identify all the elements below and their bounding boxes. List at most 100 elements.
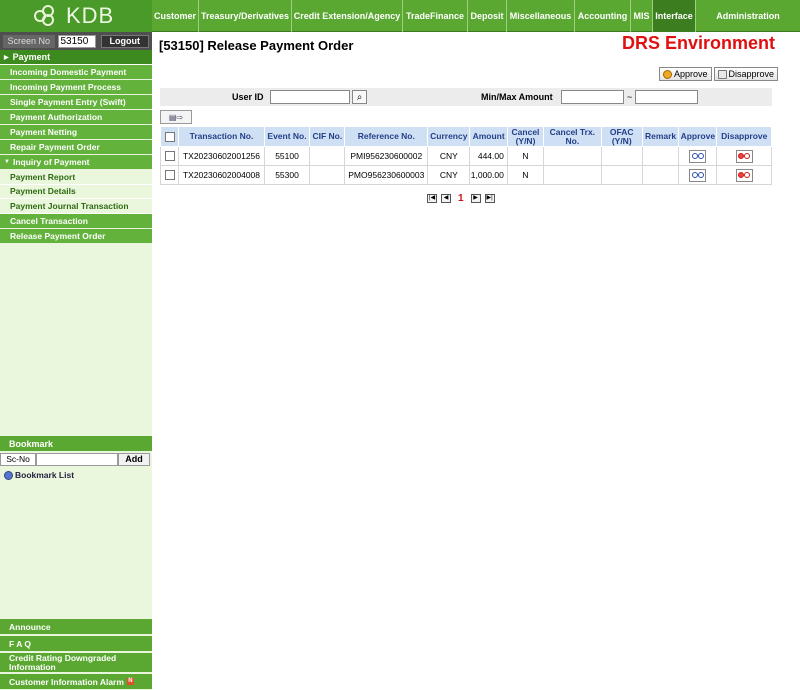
col-remark: Remark [641, 126, 680, 147]
faq-link[interactable]: F A Q [0, 636, 152, 652]
logout-button[interactable]: Logout [100, 34, 149, 48]
pagination: |◀ ◀ 1 ▶ ▶| [427, 193, 495, 204]
nav-administration[interactable]: Administration [696, 0, 800, 32]
bookmark-sc-no-input[interactable] [36, 452, 118, 466]
cell-remark [641, 165, 680, 185]
first-page-icon[interactable]: |◀ [427, 194, 437, 203]
cell-disapprove [716, 146, 772, 166]
min-amount-input[interactable] [561, 90, 624, 104]
cell-amount: 444.00 [469, 146, 508, 166]
cell-cancel-trx-no [543, 165, 602, 185]
disapprove-button[interactable]: Disapprove [713, 67, 779, 81]
nav-interface[interactable]: Interface [653, 0, 696, 32]
nav-miscellaneous[interactable]: Miscellaneous [507, 0, 575, 32]
cell-transaction-no: TX20230602004008 [178, 165, 265, 185]
sidebar-item-incoming-domestic[interactable]: Incoming Domestic Payment [0, 65, 152, 80]
sidebar: Screen No Logout ▶ Payment Incoming Dome… [0, 32, 152, 690]
user-id-label: User ID [232, 92, 264, 102]
triangle-right-icon: ▶ [4, 54, 9, 61]
approve-label: Approve [674, 69, 708, 79]
row-disapprove-icon[interactable] [735, 168, 753, 182]
sidebar-item-incoming-process[interactable]: Incoming Payment Process [0, 80, 152, 95]
excel-export-button[interactable]: ▤⇨ [160, 110, 192, 124]
cell-approve [678, 165, 718, 185]
col-amount: Amount [469, 126, 508, 147]
menu-section-payment[interactable]: ▶ Payment [0, 50, 152, 65]
col-reference-no: Reference No. [344, 126, 429, 147]
cell-reference-no: PMO956230600003 [344, 165, 429, 185]
bookmark-list-link[interactable]: Bookmark List [4, 470, 74, 480]
max-amount-input[interactable] [635, 90, 699, 104]
table-row[interactable]: TX20230602001256 55100 PMI956230600002 C… [159, 146, 772, 166]
sidebar-group-inquiry[interactable]: ▼ Inquiry of Payment [0, 155, 152, 170]
cell-remark [641, 146, 680, 166]
row-checkbox[interactable] [164, 170, 175, 181]
col-cancel: Cancel (Y/N) [506, 126, 545, 147]
cell-event-no: 55100 [263, 146, 311, 166]
triangle-down-icon: ▼ [4, 159, 10, 165]
col-ofac: OFAC (Y/N) [600, 126, 643, 147]
cell-approve [678, 146, 718, 166]
excel-icon: ▤⇨ [168, 112, 184, 122]
cell-cancel: N [506, 165, 545, 185]
row-approve-icon[interactable] [689, 149, 707, 163]
prev-page-icon[interactable]: ◀ [441, 194, 451, 203]
bookmark-title: Bookmark [0, 436, 152, 451]
customer-alarm-label: Customer Information Alarm [9, 676, 124, 687]
current-page-number[interactable]: 1 [458, 193, 464, 204]
approve-button[interactable]: Approve [659, 67, 712, 81]
cell-amount: 1,000.00 [469, 165, 508, 185]
row-checkbox[interactable] [164, 151, 175, 162]
disapprove-label: Disapprove [728, 69, 775, 79]
nav-mis[interactable]: MIS [631, 0, 653, 32]
nav-treasury[interactable]: Treasury/Derivatives [199, 0, 292, 32]
bookmark-add-button[interactable]: Add [118, 452, 150, 466]
row-approve-icon[interactable] [689, 168, 707, 182]
select-all-cell [159, 126, 180, 147]
sidebar-item-single-payment[interactable]: Single Payment Entry (Swift) [0, 95, 152, 110]
col-transaction-no: Transaction No. [178, 126, 265, 147]
row-select-cell [159, 146, 180, 166]
search-icon[interactable]: ⌕ [352, 90, 367, 104]
sidebar-item-payment-report[interactable]: Payment Report [0, 170, 152, 185]
nav-deposit[interactable]: Deposit [468, 0, 507, 32]
sidebar-item-release-payment[interactable]: Release Payment Order [0, 228, 152, 244]
nav-tradefinance[interactable]: TradeFinance [403, 0, 468, 32]
customer-alarm-link[interactable]: Customer Information Alarm N [0, 674, 152, 690]
user-id-input[interactable] [270, 90, 350, 104]
sidebar-item-payment-netting[interactable]: Payment Netting [0, 125, 152, 140]
sidebar-item-payment-details[interactable]: Payment Details [0, 184, 152, 199]
screen-no-input[interactable] [57, 34, 96, 48]
col-approve: Approve [678, 126, 718, 147]
payment-table: Transaction No. Event No. CIF No. Refere… [159, 126, 772, 185]
top-nav: Customer Treasury/Derivatives Credit Ext… [152, 0, 800, 32]
col-currency: Currency [427, 126, 471, 147]
cell-ofac [600, 146, 643, 166]
screen-no-label: Screen No [3, 34, 55, 48]
cell-transaction-no: TX20230602001256 [178, 146, 265, 166]
credit-rating-link[interactable]: Credit Rating Downgraded Information [0, 653, 152, 673]
table-header-row: Transaction No. Event No. CIF No. Refere… [159, 126, 772, 147]
row-disapprove-icon[interactable] [735, 149, 753, 163]
sidebar-item-payment-authorization[interactable]: Payment Authorization [0, 110, 152, 125]
sidebar-item-payment-journal[interactable]: Payment Journal Transaction [0, 199, 152, 214]
sidebar-item-repair-payment[interactable]: Repair Payment Order [0, 140, 152, 155]
next-page-icon[interactable]: ▶ [470, 194, 481, 203]
nav-customer[interactable]: Customer [152, 0, 199, 32]
search-bar: User ID ⌕ Min/Max Amount ~ [160, 88, 772, 106]
nav-credit-extension[interactable]: Credit Extension/Agency [292, 0, 403, 32]
col-disapprove: Disapprove [716, 126, 772, 147]
disapprove-icon [717, 69, 727, 79]
table-row[interactable]: TX20230602004008 55300 PMO956230600003 C… [159, 165, 772, 185]
kdb-logo[interactable]: KDB [0, 0, 152, 32]
last-page-icon[interactable]: ▶| [484, 194, 495, 203]
sidebar-item-cancel-transaction[interactable]: Cancel Transaction [0, 213, 152, 229]
nav-accounting[interactable]: Accounting [575, 0, 631, 32]
screen-no-bar: Screen No Logout [0, 32, 152, 50]
select-all-checkbox[interactable] [164, 131, 175, 142]
announce-link[interactable]: Announce [0, 619, 152, 635]
cell-reference-no: PMI956230600002 [344, 146, 429, 166]
col-cancel-trx-no: Cancel Trx. No. [543, 126, 602, 147]
menu-section-label: Payment [12, 52, 51, 62]
page-title: [53150] Release Payment Order [159, 38, 354, 53]
